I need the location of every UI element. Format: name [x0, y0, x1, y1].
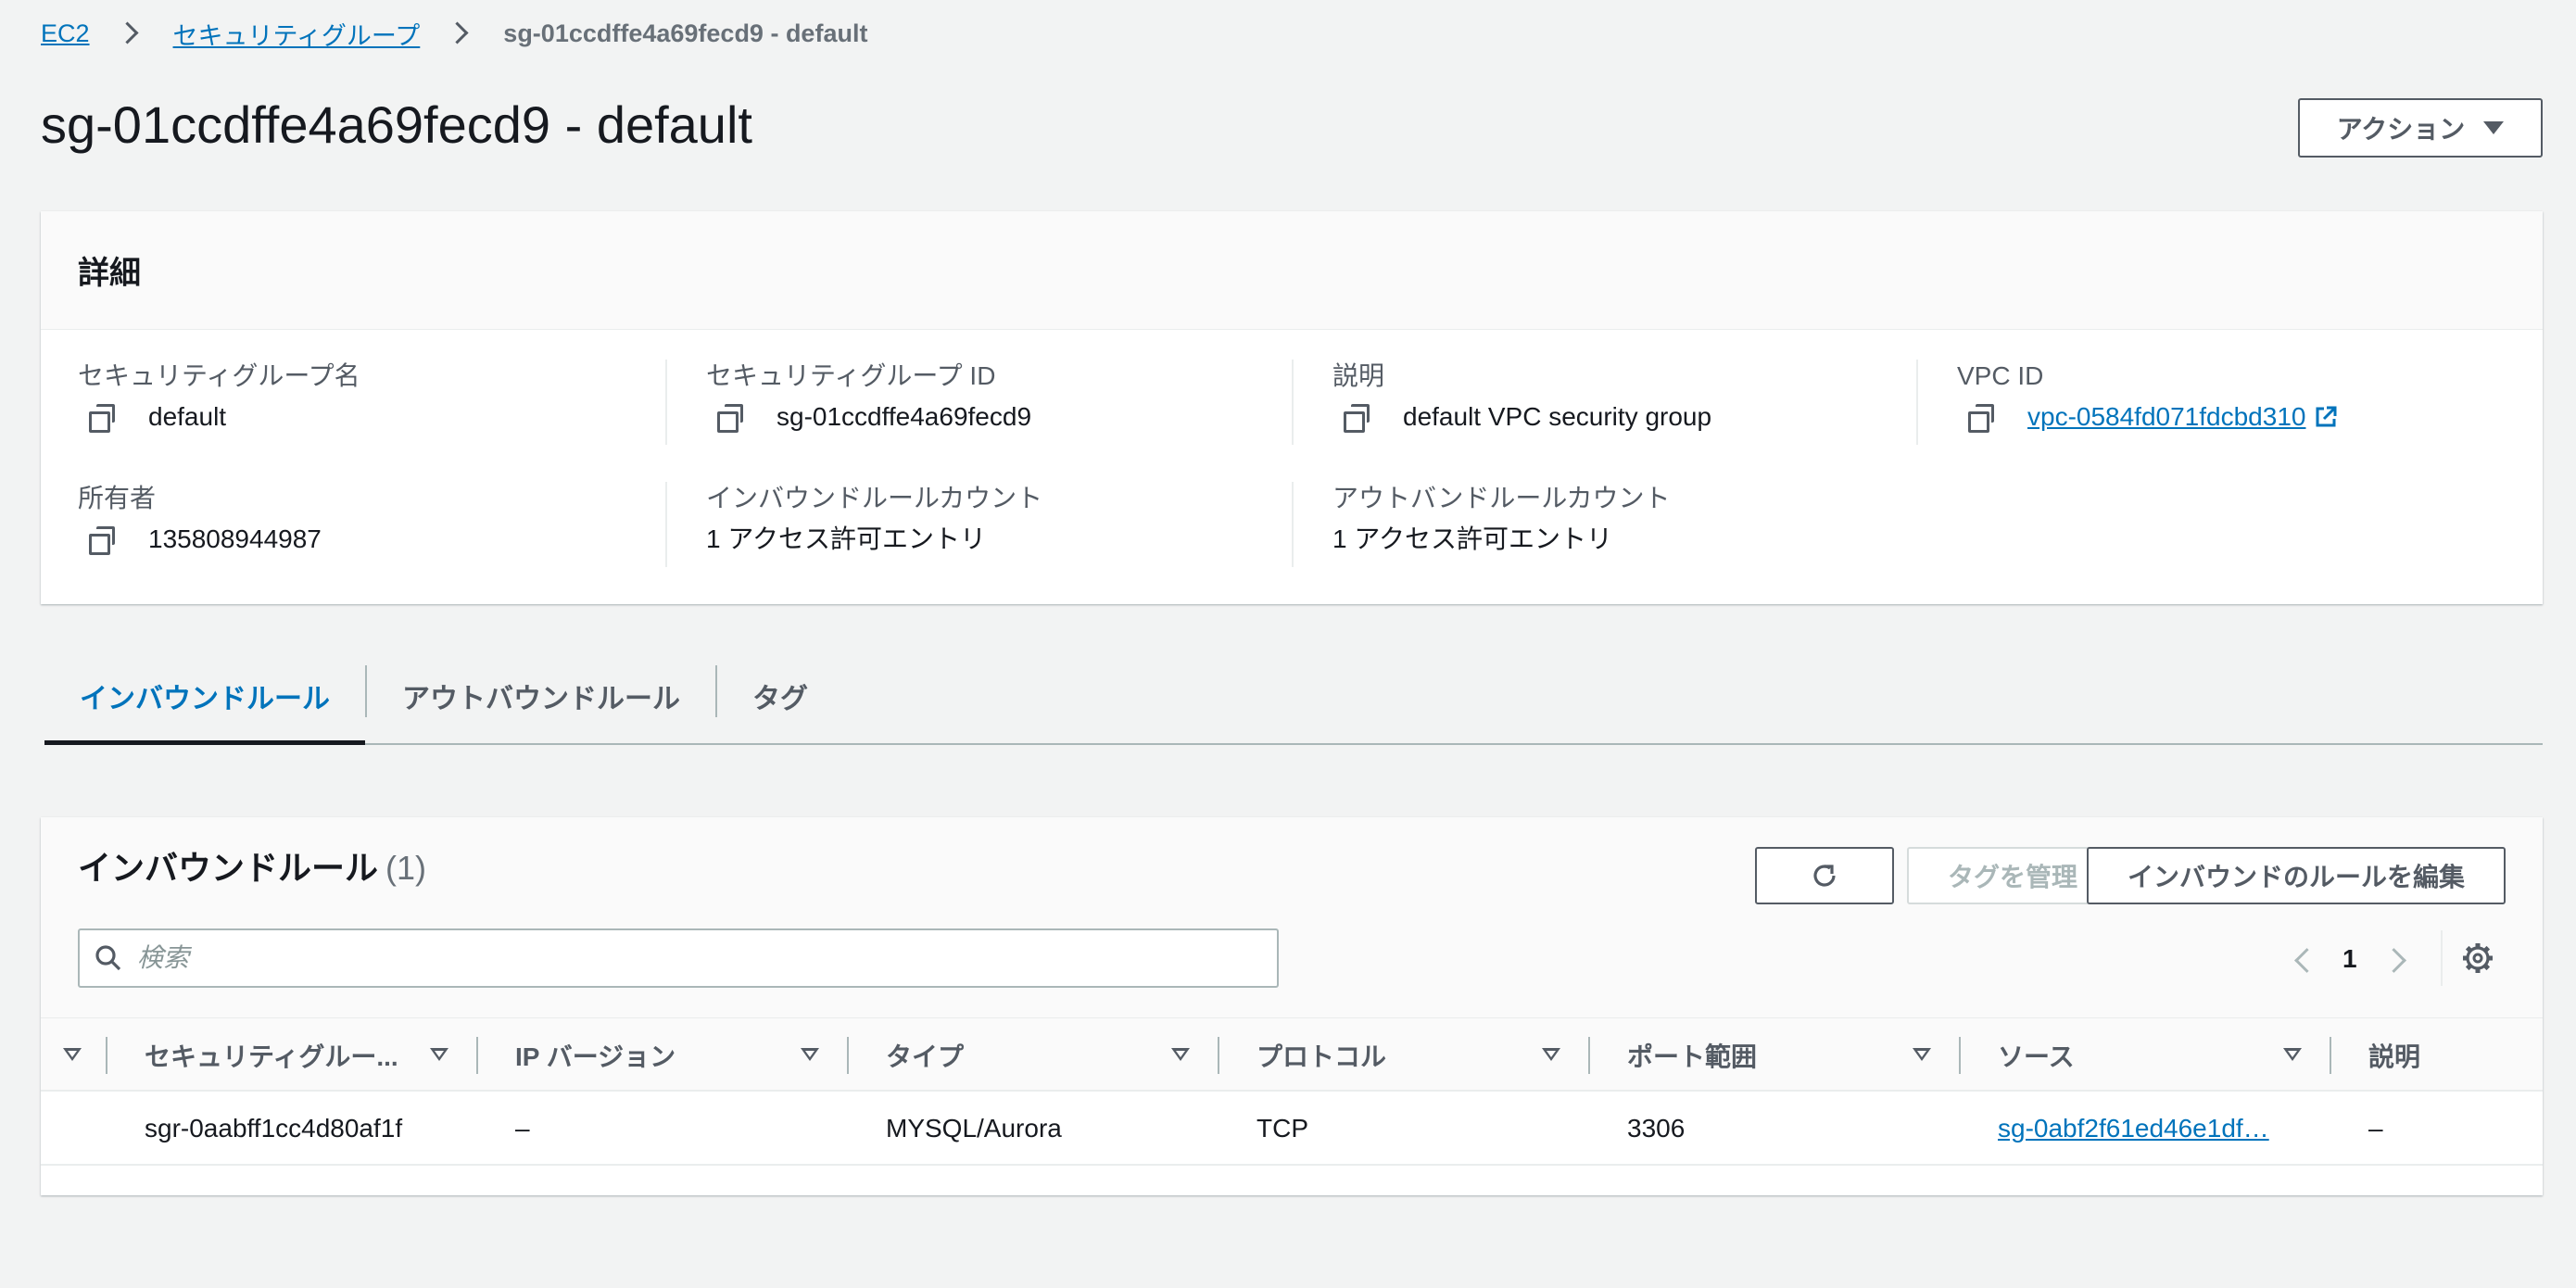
actions-button-label: アクション [2336, 115, 2466, 144]
tab-inbound-rules[interactable]: インバウンドルール [44, 649, 365, 745]
gear-icon[interactable] [2459, 940, 2496, 977]
field-security-group-id: セキュリティグループ ID sg-01ccdffe4a69fecd9 [706, 360, 1031, 436]
refresh-icon [1813, 865, 1836, 887]
table-row: sgr-0aabff1cc4d80af1f – MYSQL/Aurora TCP… [41, 1092, 2543, 1166]
field-label: アウトバンドルールカウント [1332, 484, 1671, 512]
field-label: 説明 [1332, 361, 1385, 390]
cell-description: – [2368, 1114, 2383, 1143]
external-link-icon [2316, 406, 2337, 427]
cell-port-range: 3306 [1627, 1114, 1686, 1143]
divider [1292, 360, 1294, 445]
sort-icon[interactable] [1542, 1048, 1560, 1061]
field-label: 所有者 [78, 484, 157, 512]
breadcrumb: EC2 セキュリティグループ sg-01ccdffe4a69fecd9 - de… [41, 17, 867, 50]
field-value: sg-01ccdffe4a69fecd9 [777, 402, 1032, 431]
search-icon [95, 945, 121, 971]
inbound-rules-title: インバウンドルール (1) [78, 845, 426, 891]
sort-icon[interactable] [2283, 1048, 2302, 1061]
caret-down-icon [2483, 121, 2505, 134]
pagination: 1 [2283, 927, 2417, 991]
field-description: 説明 default VPC security group [1332, 360, 1711, 436]
sort-icon[interactable] [1913, 1048, 1931, 1061]
inbound-rules-panel: インバウンドルール(1) タグを管理 インバウンドのルールを編集 1 [41, 817, 2543, 1195]
column-header-rule-id[interactable]: セキュリティグルー... [145, 1018, 398, 1092]
column-divider [1218, 1037, 1219, 1074]
field-inbound-rule-count: インバウンドルールカウント 1 アクセス許可エントリ [706, 482, 1042, 558]
divider [665, 482, 667, 567]
field-owner: 所有者 135808944987 [78, 482, 322, 558]
table-title-text: インバウンドルール [78, 849, 379, 887]
chevron-right-icon [442, 17, 481, 50]
security-group-page: EC2 セキュリティグループ sg-01ccdffe4a69fecd9 - de… [0, 0, 2576, 1288]
actions-button[interactable]: アクション [2298, 98, 2543, 158]
divider [1916, 360, 1918, 445]
refresh-button[interactable] [1755, 847, 1894, 904]
field-value: 1 アクセス許可エントリ [706, 524, 986, 553]
breadcrumb-ec2-link[interactable]: EC2 [41, 19, 90, 48]
column-divider [1959, 1037, 1961, 1074]
field-outbound-rule-count: アウトバンドルールカウント 1 アクセス許可エントリ [1332, 482, 1671, 558]
field-value: 1 アクセス許可エントリ [1332, 524, 1612, 553]
sort-icon[interactable] [63, 1048, 82, 1061]
previous-page-icon[interactable] [2283, 941, 2320, 978]
field-label: インバウンドルールカウント [706, 484, 1043, 512]
field-value: default [148, 402, 227, 431]
edit-inbound-rules-button[interactable]: インバウンドのルールを編集 [2087, 847, 2506, 904]
rule-count: (1) [385, 849, 427, 887]
search-field [78, 928, 1279, 988]
sort-icon[interactable] [430, 1048, 448, 1061]
breadcrumb-security-groups-link[interactable]: セキュリティグループ [173, 16, 421, 52]
sort-icon[interactable] [1171, 1048, 1190, 1061]
tab-outbound-rules[interactable]: アウトバウンドルール [367, 649, 715, 743]
copy-icon[interactable] [89, 526, 115, 555]
field-vpc-id: VPC ID vpc-0584fd071fdcbd310 [1957, 360, 2339, 436]
page-title: sg-01ccdffe4a69fecd9 - default [41, 95, 752, 154]
field-label: VPC ID [1957, 361, 2044, 390]
sort-icon[interactable] [801, 1048, 819, 1061]
column-header-protocol[interactable]: プロトコル [1256, 1018, 1386, 1092]
column-header-port-range[interactable]: ポート範囲 [1627, 1018, 1757, 1092]
breadcrumb-current: sg-01ccdffe4a69fecd9 - default [503, 19, 868, 47]
column-header-description[interactable]: 説明 [2368, 1018, 2420, 1092]
column-divider [106, 1037, 107, 1074]
cell-ip-version: – [515, 1114, 530, 1143]
details-panel: 詳細 セキュリティグループ名 default セキュリティグループ ID sg-… [41, 211, 2543, 604]
column-divider [1588, 1037, 1590, 1074]
field-value: default VPC security group [1403, 402, 1712, 431]
search-input[interactable] [137, 943, 1249, 973]
divider [665, 360, 667, 445]
page-number[interactable]: 1 [2342, 944, 2357, 974]
copy-icon[interactable] [1344, 404, 1370, 433]
details-header: 詳細 [41, 211, 2543, 330]
divider [1292, 482, 1294, 567]
column-divider [476, 1037, 478, 1074]
column-header-source[interactable]: ソース [1998, 1018, 2075, 1092]
chevron-right-icon [112, 17, 151, 50]
column-header-type[interactable]: タイプ [886, 1018, 964, 1092]
cell-source-link[interactable]: sg-0abf2f61ed46e1df… [1998, 1092, 2313, 1166]
field-value: 135808944987 [148, 524, 322, 553]
column-header-ip-version[interactable]: IP バージョン [515, 1018, 676, 1092]
tab-bar: インバウンドルール アウトバウンドルール タグ [44, 649, 2543, 745]
details-heading: 詳細 [78, 256, 141, 291]
cell-protocol: TCP [1256, 1114, 1308, 1143]
copy-icon[interactable] [89, 404, 115, 433]
cell-type: MYSQL/Aurora [886, 1114, 1062, 1143]
field-label: セキュリティグループ名 [78, 361, 360, 390]
column-divider [847, 1037, 849, 1074]
next-page-icon[interactable] [2380, 941, 2417, 978]
copy-icon[interactable] [1968, 404, 1994, 433]
divider [2441, 930, 2443, 986]
table-header-row: セキュリティグルー... IP バージョン タイプ プロトコル ポート範囲 ソー… [41, 1017, 2543, 1092]
field-label: セキュリティグループ ID [706, 361, 996, 390]
copy-icon[interactable] [717, 404, 743, 433]
tab-tags[interactable]: タグ [717, 649, 843, 743]
cell-rule-id: sgr-0aabff1cc4d80af1f [145, 1114, 403, 1143]
vpc-id-link[interactable]: vpc-0584fd071fdcbd310 [2027, 398, 2305, 436]
column-divider [2330, 1037, 2331, 1074]
field-security-group-name: セキュリティグループ名 default [78, 360, 360, 436]
